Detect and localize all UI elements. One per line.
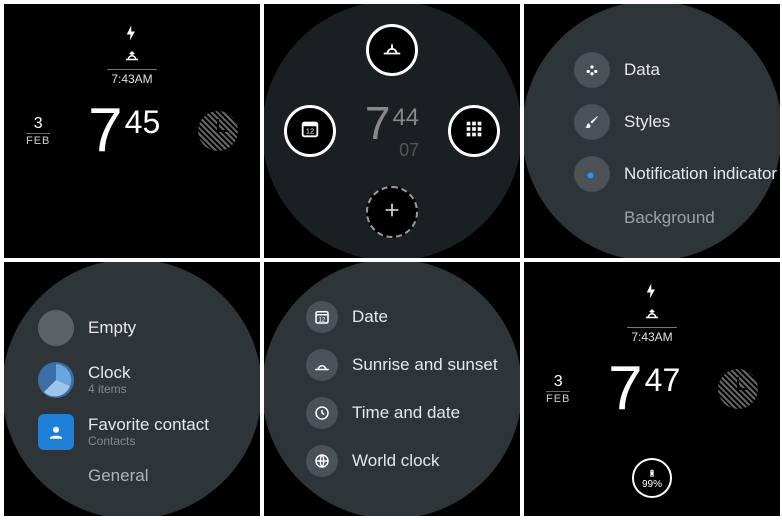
complication-provider-screen: Empty Clock 4 items Favorite contact Con… — [4, 262, 260, 516]
menu-label: Data — [624, 60, 660, 80]
menu-item-time-and-date[interactable]: Time and date — [306, 389, 520, 437]
data-icon — [574, 52, 610, 88]
menu-item-favorite-contact[interactable]: Favorite contact Contacts — [38, 406, 260, 458]
editor-time-preview: 7 44 07 — [365, 103, 419, 159]
sunrise-time-label: 7:43AM — [107, 69, 157, 86]
time-minute: 47 — [645, 364, 681, 396]
watchface-screen-initial: 7:43AM 3 FEB 7 45 — [4, 4, 260, 258]
menu-item-sunrise-sunset[interactable]: Sunrise and sunset — [306, 341, 520, 389]
svg-text:12: 12 — [306, 126, 314, 135]
date-day: 3 — [26, 115, 50, 133]
menu-sublabel: 4 items — [88, 383, 131, 397]
menu-label: Styles — [624, 112, 670, 132]
menu-label: Date — [352, 307, 388, 327]
menu-label: Sunrise and sunset — [352, 355, 498, 375]
time-minute: 45 — [125, 106, 161, 138]
menu-item-clock[interactable]: Clock 4 items — [38, 354, 260, 406]
menu-label: Empty — [88, 318, 136, 338]
brush-icon — [574, 104, 610, 140]
sunrise-icon — [306, 349, 338, 381]
svg-text:12: 12 — [319, 318, 326, 324]
menu-item-styles[interactable]: Styles — [574, 96, 780, 148]
battery-icon — [647, 467, 657, 479]
menu-item-data[interactable]: Data — [574, 44, 780, 96]
complication-editor-screen: 12 7 44 07 — [264, 4, 520, 258]
sunrise-icon — [627, 304, 677, 325]
apps-grid-icon — [463, 118, 485, 145]
watchface-screen-with-battery: 7:43AM 3 FEB 7 47 99% — [524, 262, 780, 516]
battery-percent: 99% — [642, 479, 662, 490]
menu-item-background[interactable]: Background — [574, 200, 780, 236]
menu-item-date[interactable]: 12 Date — [306, 293, 520, 341]
date-complication[interactable]: 3 FEB — [546, 373, 570, 406]
menu-item-world-clock[interactable]: World clock — [306, 437, 520, 485]
lightning-icon — [627, 282, 677, 304]
battery-complication[interactable]: 99% — [632, 458, 672, 498]
watchface-settings-screen: Data Styles Notification indicator Backg… — [524, 4, 780, 258]
menu-item-general[interactable]: General — [38, 458, 260, 494]
date-month: FEB — [546, 391, 570, 405]
menu-item-notification-indicator[interactable]: Notification indicator — [574, 148, 780, 200]
date-complication[interactable]: 3 FEB — [26, 115, 50, 148]
menu-sublabel: Contacts — [88, 435, 209, 449]
time-display: 7 45 — [88, 100, 160, 162]
calendar-icon: 12 — [306, 301, 338, 333]
calendar-icon: 12 — [299, 118, 321, 145]
sunrise-time-label: 7:43AM — [627, 327, 677, 344]
menu-label: Time and date — [352, 403, 460, 423]
menu-label: Background — [624, 208, 715, 228]
sunrise-complication[interactable]: 7:43AM — [107, 24, 157, 86]
lightning-icon — [107, 24, 157, 46]
clock-complication-submenu-screen: 12 Date Sunrise and sunset Time and date — [264, 262, 520, 516]
complication-slot-right[interactable] — [448, 105, 500, 157]
complication-slot-top[interactable] — [366, 24, 418, 76]
sunrise-complication[interactable]: 7:43AM — [627, 282, 677, 344]
menu-label: Clock — [88, 363, 131, 383]
menu-label: World clock — [352, 451, 440, 471]
date-month: FEB — [26, 133, 50, 147]
plus-icon — [381, 199, 403, 226]
menu-label: Notification indicator — [624, 164, 777, 184]
complication-slot-bottom-empty[interactable] — [366, 186, 418, 238]
clock-icon — [306, 397, 338, 429]
menu-item-empty[interactable]: Empty — [38, 302, 260, 354]
clock-app-icon — [38, 362, 74, 398]
date-day: 3 — [546, 373, 570, 391]
complication-slot-left[interactable]: 12 — [284, 105, 336, 157]
globe-icon — [306, 445, 338, 477]
notification-dot-icon — [574, 156, 610, 192]
time-display: 7 47 — [608, 358, 680, 420]
sunrise-icon — [381, 37, 403, 64]
contacts-app-icon — [38, 414, 74, 450]
menu-label: General — [88, 466, 148, 486]
alarm-complication[interactable] — [718, 369, 758, 409]
menu-label: Favorite contact — [88, 415, 209, 435]
empty-circle-icon — [38, 310, 74, 346]
alarm-complication[interactable] — [198, 111, 238, 151]
sunrise-icon — [107, 46, 157, 67]
time-hour: 7 — [608, 358, 642, 420]
time-hour: 7 — [88, 100, 122, 162]
